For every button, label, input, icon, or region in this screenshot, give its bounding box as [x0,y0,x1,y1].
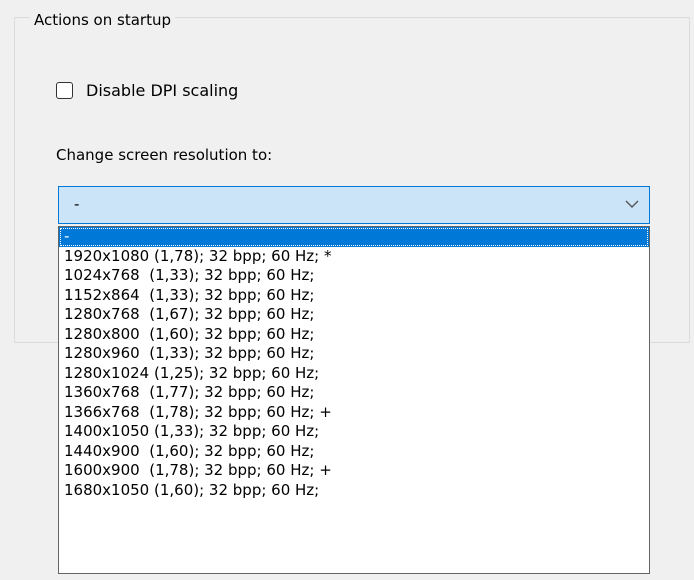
resolution-option[interactable]: 1280x800 (1,60); 32 bpp; 60 Hz; [59,325,649,345]
disable-dpi-scaling-checkbox[interactable]: Disable DPI scaling [56,78,238,102]
chevron-down-icon [625,200,639,208]
resolution-option[interactable]: 1152x864 (1,33); 32 bpp; 60 Hz; [59,286,649,306]
resolution-label: Change screen resolution to: [56,146,273,164]
group-title: Actions on startup [30,10,175,30]
resolution-option[interactable]: 1280x1024 (1,25); 32 bpp; 60 Hz; [59,364,649,384]
checkbox-box[interactable] [56,81,73,99]
resolution-option[interactable]: 1280x768 (1,67); 32 bpp; 60 Hz; [59,305,649,325]
resolution-option[interactable]: 1366x768 (1,78); 32 bpp; 60 Hz; + [59,403,649,423]
checkbox-label: Disable DPI scaling [86,80,239,100]
resolution-option[interactable]: 1400x1050 (1,33); 32 bpp; 60 Hz; [59,422,649,442]
resolution-option[interactable]: 1440x900 (1,60); 32 bpp; 60 Hz; [59,442,649,462]
resolution-option[interactable]: 1024x768 (1,33); 32 bpp; 60 Hz; [59,266,649,286]
resolution-options-list[interactable]: -1920x1080 (1,78); 32 bpp; 60 Hz; * 1024x… [58,226,650,574]
resolution-option[interactable]: 1920x1080 (1,78); 32 bpp; 60 Hz; * [59,247,649,267]
resolution-option[interactable]: - [59,227,649,247]
resolution-option[interactable]: 1280x960 (1,33); 32 bpp; 60 Hz; [59,344,649,364]
resolution-selected-value: - [74,195,80,213]
resolution-option[interactable]: 1680x1050 (1,60); 32 bpp; 60 Hz; [59,481,649,501]
resolution-option[interactable]: 1600x900 (1,78); 32 bpp; 60 Hz; + [59,461,649,481]
resolution-dropdown[interactable]: - [58,186,650,224]
resolution-option[interactable]: 1360x768 (1,77); 32 bpp; 60 Hz; [59,383,649,403]
